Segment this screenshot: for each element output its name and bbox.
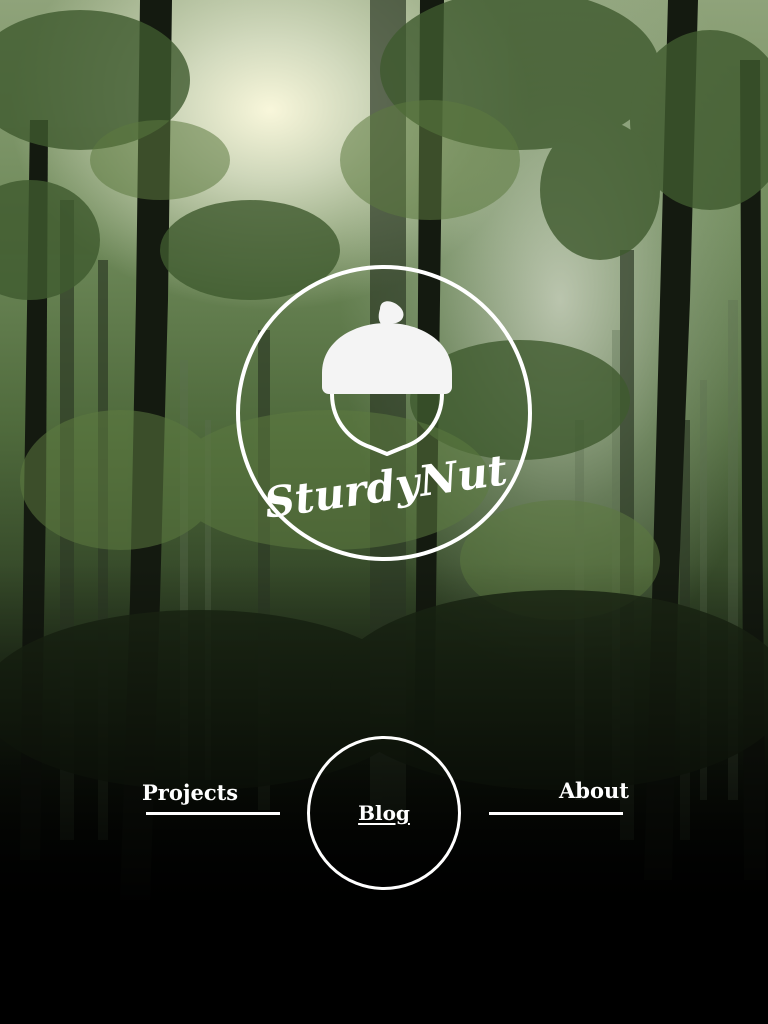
about-underline <box>489 812 623 815</box>
logo-wordmark: SturdyNut <box>261 445 510 528</box>
hero-background: SturdyNut Projects Blog About <box>0 0 768 1024</box>
nav-about-link[interactable]: About <box>559 778 629 803</box>
nav-blog-label: Blog <box>358 801 410 825</box>
projects-underline <box>146 812 280 815</box>
acorn-icon <box>322 301 452 456</box>
nav-blog-button[interactable]: Blog <box>307 736 461 890</box>
sturdynut-logo[interactable]: SturdyNut <box>234 263 534 563</box>
nav-projects-link[interactable]: Projects <box>142 780 238 805</box>
